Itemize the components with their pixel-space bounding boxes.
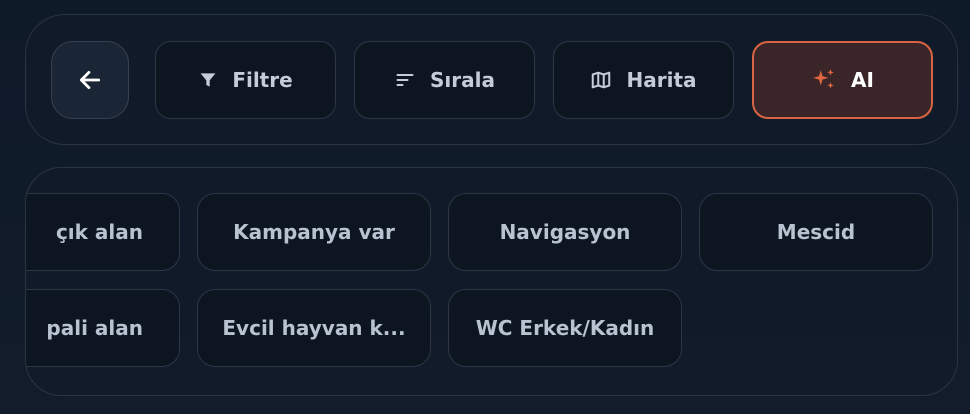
- chips-panel: çık alan Kampanya var Navigasyon Mescid …: [25, 167, 958, 396]
- sort-button[interactable]: Sırala: [354, 41, 535, 119]
- sort-lines-icon: [394, 70, 416, 90]
- chip-label: WC Erkek/Kadın: [475, 316, 655, 340]
- chip-open-area[interactable]: çık alan: [26, 193, 180, 271]
- chip-label: pali alan: [46, 316, 143, 340]
- chip-label: Kampanya var: [233, 220, 395, 244]
- chip-pet[interactable]: Evcil hayvan k...: [197, 289, 431, 367]
- chip-label: Mescid: [776, 220, 856, 244]
- ai-label: AI: [851, 68, 874, 92]
- ai-button[interactable]: AI: [752, 41, 933, 119]
- map-button[interactable]: Harita: [553, 41, 734, 119]
- map-label: Harita: [626, 68, 697, 92]
- chip-label: Evcil hayvan k...: [222, 316, 406, 340]
- map-icon: [590, 69, 612, 91]
- chip-label: çık alan: [55, 220, 143, 244]
- chip-label: Navigasyon: [499, 220, 631, 244]
- chip-closed-area[interactable]: pali alan: [26, 289, 180, 367]
- filter-label: Filtre: [232, 68, 293, 92]
- chip-mescid[interactable]: Mescid: [699, 193, 933, 271]
- chip-campaign[interactable]: Kampanya var: [197, 193, 431, 271]
- chip-wc[interactable]: WC Erkek/Kadın: [448, 289, 682, 367]
- funnel-icon: [198, 70, 218, 90]
- chip-navigation[interactable]: Navigasyon: [448, 193, 682, 271]
- arrow-left-icon: [77, 67, 103, 93]
- sparkles-icon: [811, 67, 837, 93]
- filter-button[interactable]: Filtre: [155, 41, 336, 119]
- back-button[interactable]: [51, 41, 129, 119]
- sort-label: Sırala: [430, 68, 495, 92]
